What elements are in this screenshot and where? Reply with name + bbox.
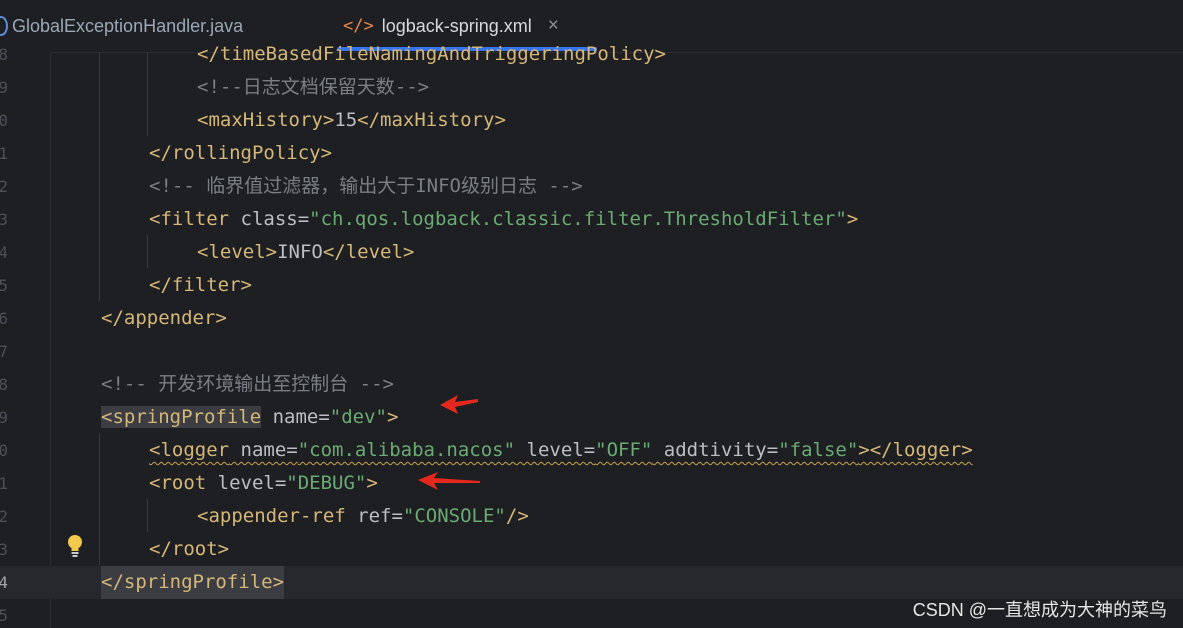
- line-number: 2: [0, 177, 8, 196]
- xml-attribute-value: "OFF": [595, 439, 653, 461]
- code-text: <springProfile name="dev">: [101, 401, 398, 434]
- line-number: 2: [0, 507, 8, 526]
- code-text: </root>: [149, 538, 230, 560]
- line-number: 7: [0, 342, 8, 361]
- xml-attribute: level=: [515, 439, 596, 461]
- comment-text: <!-- 开发环境输出至控制台 -->: [101, 373, 394, 395]
- code-line[interactable]: 8 <!-- 开发环境输出至控制台 -->: [0, 368, 1183, 401]
- line-number: 0: [0, 441, 8, 460]
- xml-tag: </maxHistory>: [357, 109, 506, 131]
- code-text: <filter class="ch.qos.logback.classic.fi…: [149, 203, 858, 236]
- xml-attribute-value: "com.alibaba.nacos": [297, 439, 516, 461]
- line-number: 5: [0, 606, 8, 625]
- code-line[interactable]: 8 </timeBasedFileNamingAndTriggeringPoli…: [0, 38, 1183, 71]
- code-line[interactable]: 5 </filter>: [0, 269, 1183, 302]
- line-number: 4: [0, 243, 8, 262]
- line-number: 6: [0, 309, 8, 328]
- xml-attribute-value: "CONSOLE": [402, 505, 506, 527]
- code-text: <appender-ref ref="CONSOLE"/>: [197, 500, 529, 533]
- xml-tag: <level>: [197, 241, 278, 263]
- xml-tag: <filter: [149, 208, 230, 230]
- comment-text: <!--日志文档保留天数-->: [197, 76, 430, 98]
- xml-tag: >: [846, 208, 859, 230]
- xml-attribute: addtivity=: [652, 439, 779, 461]
- xml-attribute: name=: [261, 406, 330, 428]
- code-line[interactable]: 9 <springProfile name="dev">: [0, 401, 1183, 434]
- code-line[interactable]: 3 </root>: [0, 533, 1183, 566]
- xml-tag: >: [366, 472, 378, 494]
- xml-attribute: ref=: [345, 505, 403, 527]
- line-number: 1: [0, 474, 8, 493]
- code-text: </filter>: [149, 274, 252, 296]
- line-number: 5: [0, 276, 8, 295]
- line-number: 4: [0, 573, 8, 592]
- xml-attribute: level=: [206, 472, 287, 494]
- comment-text: <!-- 临界值过滤器，输出大于INFO级别日志 -->: [149, 175, 583, 197]
- xml-attribute-value: "dev": [329, 406, 387, 428]
- code-text: </appender>: [101, 307, 227, 329]
- code-line[interactable]: 1 </rollingPolicy>: [0, 137, 1183, 170]
- java-class-icon: [0, 16, 8, 36]
- current-code-line[interactable]: 4 </springProfile>: [0, 566, 1183, 599]
- xml-attribute-value: "ch.qos.logback.classic.filter.Threshold…: [309, 208, 847, 230]
- code-line[interactable]: 1 <root level="DEBUG">: [0, 467, 1183, 500]
- code-text: <level>INFO</level>: [197, 236, 414, 269]
- code-text: <root level="DEBUG">: [149, 467, 378, 500]
- xml-attribute-value: "DEBUG": [286, 472, 367, 494]
- xml-attribute: name=: [229, 439, 298, 461]
- element-text: INFO: [277, 241, 323, 263]
- close-icon[interactable]: ×: [548, 15, 559, 37]
- code-line[interactable]: 4 <level>INFO</level>: [0, 236, 1183, 269]
- xml-tag: <appender-ref: [197, 505, 346, 527]
- code-line[interactable]: 0 <logger name="com.alibaba.nacos" level…: [0, 434, 1183, 467]
- red-arrow-annotation: [418, 472, 480, 490]
- lightbulb-icon[interactable]: [67, 534, 83, 558]
- code-text: </timeBasedFileNamingAndTriggeringPolicy…: [197, 43, 666, 65]
- code-line[interactable]: 2 <appender-ref ref="CONSOLE"/>: [0, 500, 1183, 533]
- xml-tag: ></logger>: [858, 439, 973, 461]
- xml-attribute-value: "false": [778, 439, 859, 461]
- element-text: 15: [334, 109, 358, 131]
- code-line[interactable]: 3 <filter class="ch.qos.logback.classic.…: [0, 203, 1183, 236]
- xml-tag: <logger: [149, 439, 230, 461]
- xml-tag: <root: [149, 472, 207, 494]
- line-number: 9: [0, 408, 8, 427]
- matched-tag: </springProfile>: [101, 566, 285, 599]
- line-number: 0: [0, 111, 8, 130]
- line-number: 3: [0, 210, 8, 229]
- watermark: CSDN @一直想成为大神的菜鸟: [912, 600, 1167, 620]
- xml-tag: />: [505, 505, 529, 527]
- line-number: 3: [0, 540, 8, 559]
- code-text: <maxHistory>15</maxHistory>: [197, 104, 506, 137]
- code-line[interactable]: 0 <maxHistory>15</maxHistory>: [0, 104, 1183, 137]
- code-line[interactable]: 7: [0, 335, 1183, 368]
- code-line[interactable]: 9 <!--日志文档保留天数-->: [0, 71, 1183, 104]
- xml-tag: </level>: [322, 241, 415, 263]
- tab-label: GlobalExceptionHandler.java: [12, 15, 244, 36]
- xml-file-icon: </>: [343, 16, 374, 36]
- tab-label: logback-spring.xml: [381, 15, 532, 36]
- line-number: 8: [0, 375, 8, 394]
- xml-tag: <maxHistory>: [197, 109, 335, 131]
- line-number: 1: [0, 144, 8, 163]
- matched-tag: <springProfile: [101, 406, 262, 428]
- line-number: 8: [0, 45, 8, 64]
- code-line[interactable]: 6 </appender>: [0, 302, 1183, 335]
- code-text: </rollingPolicy>: [149, 142, 333, 164]
- line-number: 9: [0, 78, 8, 97]
- xml-tag: >: [387, 406, 399, 428]
- red-arrow-annotation: [440, 395, 478, 414]
- xml-attribute: class=: [229, 208, 310, 230]
- code-text-warning: <logger name="com.alibaba.nacos" level="…: [149, 434, 973, 467]
- code-line[interactable]: 2 <!-- 临界值过滤器，输出大于INFO级别日志 -->: [0, 170, 1183, 203]
